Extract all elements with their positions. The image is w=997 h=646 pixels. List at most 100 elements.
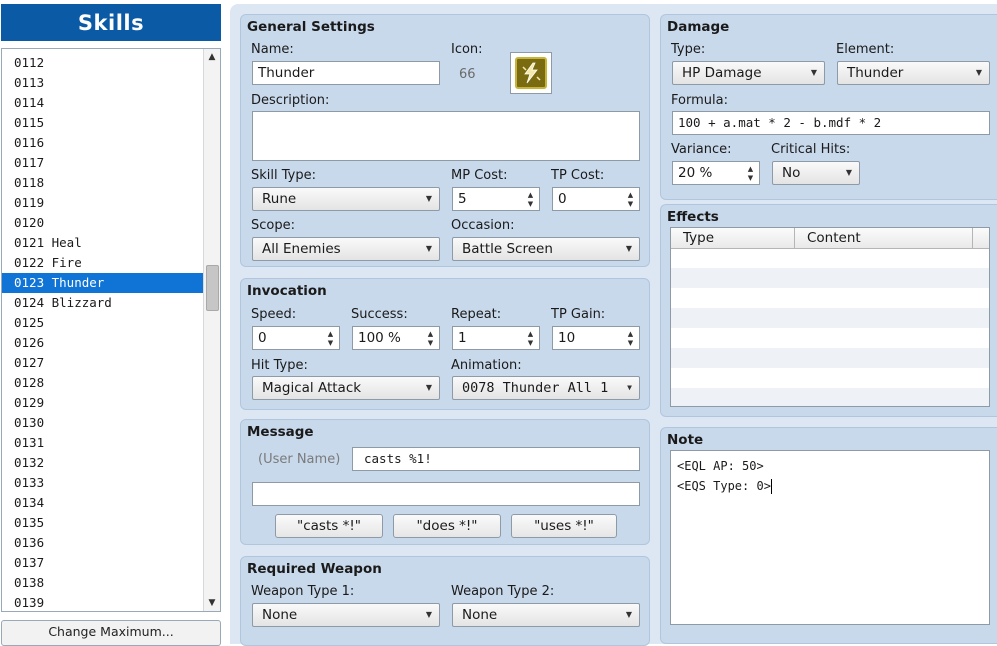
note-textarea[interactable]: <EQL AP: 50> <EQS Type: 0> [670, 450, 990, 625]
hit-type-select[interactable]: Magical Attack ▼ [252, 376, 440, 400]
change-maximum-button[interactable]: Change Maximum... [1, 620, 221, 646]
skill-list-item[interactable]: 0121 Heal [2, 233, 205, 253]
dropdown-arrow-icon: ▼ [625, 244, 632, 253]
spin-down-icon[interactable]: ▼ [746, 174, 755, 182]
scope-select[interactable]: All Enemies ▼ [252, 237, 440, 261]
variance-stepper[interactable]: 20 % ▲ ▼ [672, 161, 760, 185]
skill-list-item[interactable]: 0123 Thunder [2, 273, 205, 293]
skill-list-item[interactable]: 0112 [2, 53, 205, 73]
skill-list-item[interactable]: 0135 [2, 513, 205, 533]
damage-panel: Damage Type: HP Damage ▼ Element: Thunder… [660, 14, 997, 200]
skill-list-item[interactable]: 0119 [2, 193, 205, 213]
effects-column-type[interactable]: Type [671, 228, 795, 248]
effects-table-row[interactable] [671, 268, 989, 288]
skill-list-item[interactable]: 0131 [2, 433, 205, 453]
skill-list-item[interactable]: 0139 [2, 593, 205, 611]
skill-list-item[interactable]: 0117 [2, 153, 205, 173]
effects-table-row[interactable] [671, 348, 989, 368]
damage-type-select[interactable]: HP Damage ▼ [672, 61, 825, 85]
repeat-label: Repeat: [451, 307, 502, 322]
skill-list-item[interactable]: 0134 [2, 493, 205, 513]
spin-up-icon[interactable]: ▲ [526, 191, 535, 199]
scroll-up-arrow-icon[interactable]: ▲ [204, 49, 220, 65]
message-line2-field[interactable] [252, 482, 640, 506]
variance-label: Variance: [671, 142, 732, 157]
effects-table-row[interactable] [671, 288, 989, 308]
skill-list-item[interactable]: 0129 [2, 393, 205, 413]
dropdown-arrow-icon: ▼ [810, 68, 817, 77]
occasion-select[interactable]: Battle Screen ▼ [452, 237, 640, 261]
spin-down-icon[interactable]: ▼ [526, 200, 535, 208]
casts-button[interactable]: "casts *!" [275, 514, 383, 538]
skill-list-item[interactable]: 0132 [2, 453, 205, 473]
skill-list-item[interactable]: 0138 [2, 573, 205, 593]
uses-button[interactable]: "uses *!" [511, 514, 617, 538]
general-settings-title: General Settings [247, 19, 375, 35]
spin-up-icon[interactable]: ▲ [626, 330, 635, 338]
skill-list-item[interactable]: 0130 [2, 413, 205, 433]
skill-list-item[interactable]: 0137 [2, 553, 205, 573]
skill-list-item[interactable]: 0113 [2, 73, 205, 93]
does-button[interactable]: "does *!" [393, 514, 501, 538]
success-value: 100 % [358, 330, 401, 346]
effects-table-row[interactable] [671, 328, 989, 348]
skill-list-item[interactable]: 0122 Fire [2, 253, 205, 273]
spin-up-icon[interactable]: ▲ [326, 330, 335, 338]
formula-field[interactable]: 100 + a.mat * 2 - b.mdf * 2 [672, 111, 990, 135]
weapon-type-1-select[interactable]: None ▼ [252, 603, 440, 627]
skill-list-item[interactable]: 0118 [2, 173, 205, 193]
scroll-thumb[interactable] [206, 265, 219, 311]
skill-list-item[interactable]: 0126 [2, 333, 205, 353]
skill-list-item[interactable]: 0115 [2, 113, 205, 133]
spin-down-icon[interactable]: ▼ [626, 200, 635, 208]
element-select[interactable]: Thunder ▼ [837, 61, 990, 85]
spin-up-icon[interactable]: ▲ [626, 191, 635, 199]
tp-cost-stepper[interactable]: 0 ▲ ▼ [552, 187, 640, 211]
skill-list-item[interactable]: 0125 [2, 313, 205, 333]
skill-list-item[interactable]: 0124 Blizzard [2, 293, 205, 313]
effects-table-row[interactable] [671, 248, 989, 268]
skill-list-item[interactable]: 0133 [2, 473, 205, 493]
tp-gain-stepper[interactable]: 10 ▲ ▼ [552, 326, 640, 350]
spin-up-icon[interactable]: ▲ [526, 330, 535, 338]
name-field[interactable]: Thunder [252, 61, 440, 85]
required-weapon-title: Required Weapon [247, 561, 382, 577]
skill-type-value: Rune [262, 191, 297, 207]
spin-up-icon[interactable]: ▲ [746, 165, 755, 173]
spin-up-icon[interactable]: ▲ [426, 330, 435, 338]
skill-list-item[interactable]: 0127 [2, 353, 205, 373]
description-field[interactable] [252, 111, 640, 161]
spin-down-icon[interactable]: ▼ [626, 339, 635, 347]
skill-editor: General Settings Name: Thunder Icon: 66 … [230, 4, 997, 646]
spin-down-icon[interactable]: ▼ [426, 339, 435, 347]
icon-picker[interactable] [510, 52, 552, 94]
effects-table-row[interactable] [671, 388, 989, 406]
effects-table-row[interactable] [671, 368, 989, 388]
critical-hits-select[interactable]: No ▼ [772, 161, 860, 185]
effects-table-row[interactable] [671, 308, 989, 328]
scroll-down-arrow-icon[interactable]: ▼ [204, 595, 220, 611]
skill-list-item[interactable]: 0116 [2, 133, 205, 153]
skill-list-item[interactable]: 0136 [2, 533, 205, 553]
weapon-type-2-select[interactable]: None ▼ [452, 603, 640, 627]
skill-list[interactable]: 0112 0113 0114 0115 0116 0117 0118 0119 0120 0121… [1, 48, 221, 612]
note-line: <EQS Type: 0> [677, 476, 983, 496]
spin-down-icon[interactable]: ▼ [526, 339, 535, 347]
list-scrollbar[interactable]: ▲ ▼ [203, 49, 220, 611]
skill-list-item[interactable]: 0120 [2, 213, 205, 233]
skill-type-select[interactable]: Rune ▼ [252, 187, 440, 211]
speed-stepper[interactable]: 0 ▲ ▼ [252, 326, 340, 350]
skill-list-item[interactable]: 0114 [2, 93, 205, 113]
effects-column-content[interactable]: Content [795, 228, 973, 248]
variance-value: 20 % [678, 165, 713, 181]
mp-cost-stepper[interactable]: 5 ▲ ▼ [452, 187, 540, 211]
animation-select[interactable]: 0078 Thunder All 1 ▼ [452, 376, 640, 400]
skill-list-item[interactable]: 0128 [2, 373, 205, 393]
message-line1-field[interactable]: casts %1! [352, 447, 640, 471]
dropdown-arrow-icon: ▼ [425, 244, 432, 253]
spin-down-icon[interactable]: ▼ [326, 339, 335, 347]
repeat-stepper[interactable]: 1 ▲ ▼ [452, 326, 540, 350]
occasion-value: Battle Screen [462, 241, 553, 257]
success-stepper[interactable]: 100 % ▲ ▼ [352, 326, 440, 350]
effects-table[interactable]: Type Content [670, 227, 990, 407]
